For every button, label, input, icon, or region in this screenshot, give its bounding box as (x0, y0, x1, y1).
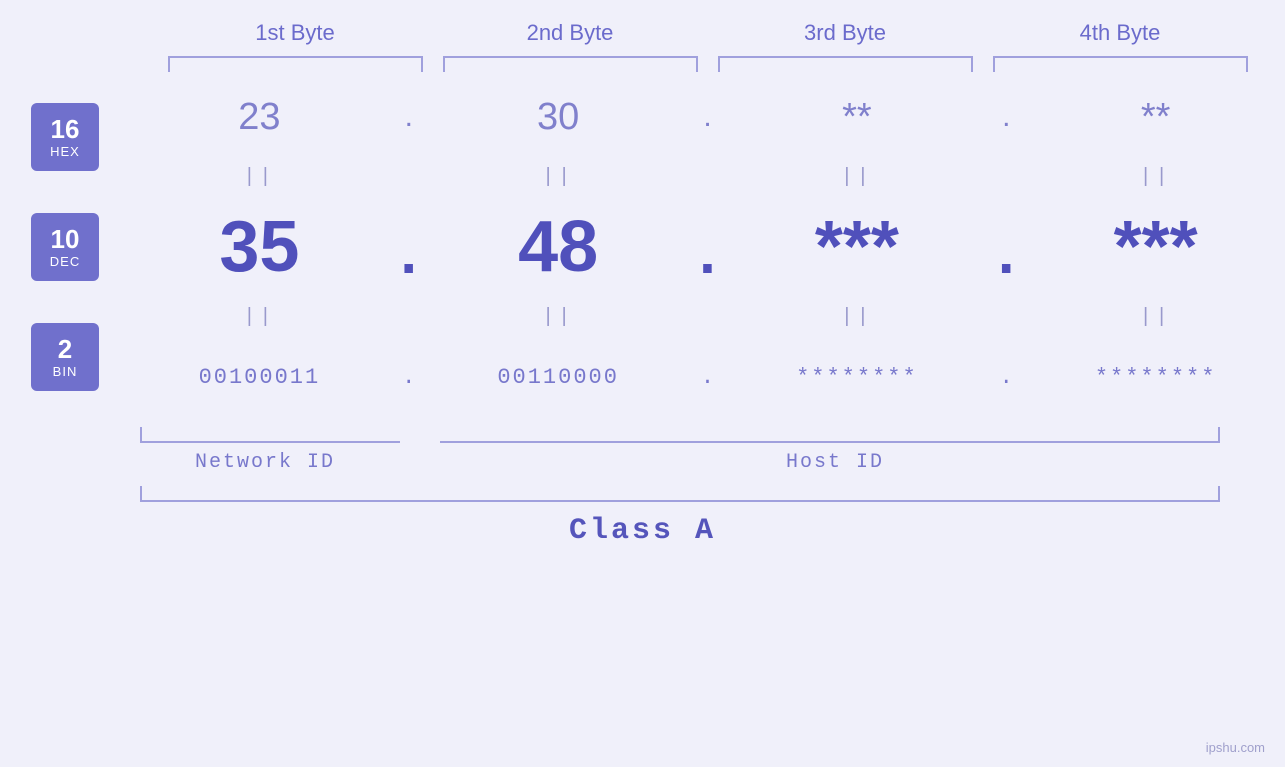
sep2-b1: || (130, 306, 389, 329)
byte2-header: 2nd Byte (433, 20, 708, 56)
full-bracket-row (130, 486, 1230, 502)
top-brackets (158, 56, 1258, 72)
watermark: ipshu.com (1206, 740, 1265, 755)
sep1-b2: || (429, 166, 688, 189)
dec-dot2: . (688, 218, 728, 277)
hex-dot2: . (688, 100, 728, 134)
hex-dot3: . (986, 100, 1026, 134)
sep1: || || || || (130, 162, 1285, 192)
spacer-dot (400, 427, 440, 443)
hex-dot1: . (389, 100, 429, 134)
hex-b1: 23 (130, 96, 389, 139)
class-label-row: Class A (0, 514, 1285, 548)
bin-badge: 2 BIN (31, 323, 99, 391)
host-id-label: Host ID (440, 451, 1230, 474)
hex-row: 23 . 30 . ** . ** (130, 72, 1285, 162)
dec-row: 35 . 48 . *** . *** (130, 192, 1285, 302)
hex-badge: 16 HEX (31, 103, 99, 171)
dec-dot1: . (389, 218, 429, 277)
bracket-b1 (168, 56, 423, 72)
sep1-b1: || (130, 166, 389, 189)
bin-b1: 00100011 (130, 365, 389, 390)
hex-b2: 30 (429, 96, 688, 139)
dec-b3: *** (728, 206, 987, 288)
hex-b4: ** (1026, 96, 1285, 139)
bottom-section: Network ID Host ID Class A (0, 427, 1285, 548)
id-labels-row: Network ID Host ID (130, 451, 1230, 474)
network-id-label: Network ID (130, 451, 400, 474)
sep2-b3: || (728, 306, 987, 329)
label-column: 16 HEX 10 DEC 2 BIN (0, 72, 130, 422)
dec-b4: *** (1026, 206, 1285, 288)
sep2-b4: || (1026, 306, 1285, 329)
data-columns: 23 . 30 . ** . ** (130, 72, 1285, 422)
hex-badge-name: HEX (50, 144, 80, 159)
dec-dot3: . (986, 218, 1026, 277)
bracket-b3 (718, 56, 973, 72)
host-id-bracket (440, 427, 1230, 443)
bin-b4: ******** (1026, 365, 1285, 390)
class-label: Class A (569, 514, 716, 548)
byte-headers: 1st Byte 2nd Byte 3rd Byte 4th Byte (158, 20, 1258, 56)
sep1-b4: || (1026, 166, 1285, 189)
network-id-bracket (130, 427, 400, 443)
dec-badge-num: 10 (51, 225, 80, 254)
bin-badge-name: BIN (53, 364, 78, 379)
byte4-header: 4th Byte (983, 20, 1258, 56)
sep2-b2: || (429, 306, 688, 329)
bin-b3: ******** (728, 365, 987, 390)
dec-badge: 10 DEC (31, 213, 99, 281)
dec-b2: 48 (429, 206, 688, 288)
rows-wrapper: 16 HEX 10 DEC 2 BIN 23 . (0, 72, 1285, 422)
sep2: || || || || (130, 302, 1285, 332)
bin-row: 00100011 . 00110000 . ******** . (130, 332, 1285, 422)
dec-b1: 35 (130, 206, 389, 288)
byte3-header: 3rd Byte (708, 20, 983, 56)
bin-b2: 00110000 (429, 365, 688, 390)
bracket-b2 (443, 56, 698, 72)
dec-badge-name: DEC (50, 254, 80, 269)
main-container: 1st Byte 2nd Byte 3rd Byte 4th Byte 16 H… (0, 0, 1285, 767)
bottom-brackets-row (130, 427, 1230, 443)
bracket-b4 (993, 56, 1248, 72)
sep1-b3: || (728, 166, 987, 189)
bin-dot2: . (688, 365, 728, 390)
hex-badge-num: 16 (51, 115, 80, 144)
full-bracket (130, 486, 1230, 502)
hex-b3: ** (728, 96, 987, 139)
bin-dot3: . (986, 365, 1026, 390)
byte1-header: 1st Byte (158, 20, 433, 56)
bin-dot1: . (389, 365, 429, 390)
bin-badge-num: 2 (58, 335, 72, 364)
